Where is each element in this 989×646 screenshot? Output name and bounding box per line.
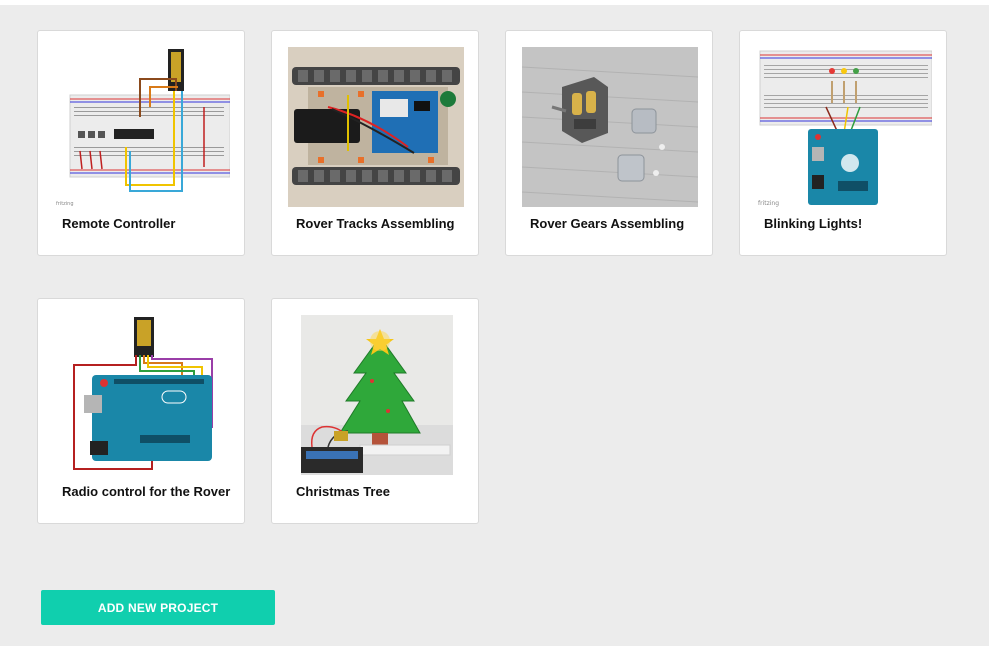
project-card-remote-controller[interactable]: fritzing Remote Controller — [37, 30, 245, 256]
project-title: Rover Gears Assembling — [530, 216, 685, 231]
project-card-rover-gears[interactable]: Rover Gears Assembling — [505, 30, 713, 256]
project-thumbnail — [288, 315, 464, 475]
add-new-project-button[interactable]: ADD NEW PROJECT — [41, 590, 275, 625]
project-title: Remote Controller — [62, 216, 176, 231]
svg-text:fritzing: fritzing — [56, 201, 74, 207]
project-card-blinking-lights[interactable]: fritzing Blinking Lights! — [739, 30, 947, 256]
project-thumbnail: fritzing — [54, 47, 230, 207]
project-card-radio-control[interactable]: Radio control for the Rover — [37, 298, 245, 524]
project-title: Radio control for the Rover — [62, 484, 231, 499]
top-bar — [0, 0, 989, 5]
project-thumbnail — [522, 47, 698, 207]
project-title: Christmas Tree — [296, 484, 390, 499]
project-thumbnail — [54, 315, 230, 475]
fritzing-caption: fritzing — [758, 200, 779, 207]
project-card-rover-tracks[interactable]: Rover Tracks Assembling — [271, 30, 479, 256]
project-title: Blinking Lights! — [764, 216, 863, 231]
project-thumbnail: fritzing — [756, 47, 932, 207]
project-title: Rover Tracks Assembling — [296, 216, 455, 231]
project-thumbnail — [288, 47, 464, 207]
project-card-christmas-tree[interactable]: Christmas Tree — [271, 298, 479, 524]
